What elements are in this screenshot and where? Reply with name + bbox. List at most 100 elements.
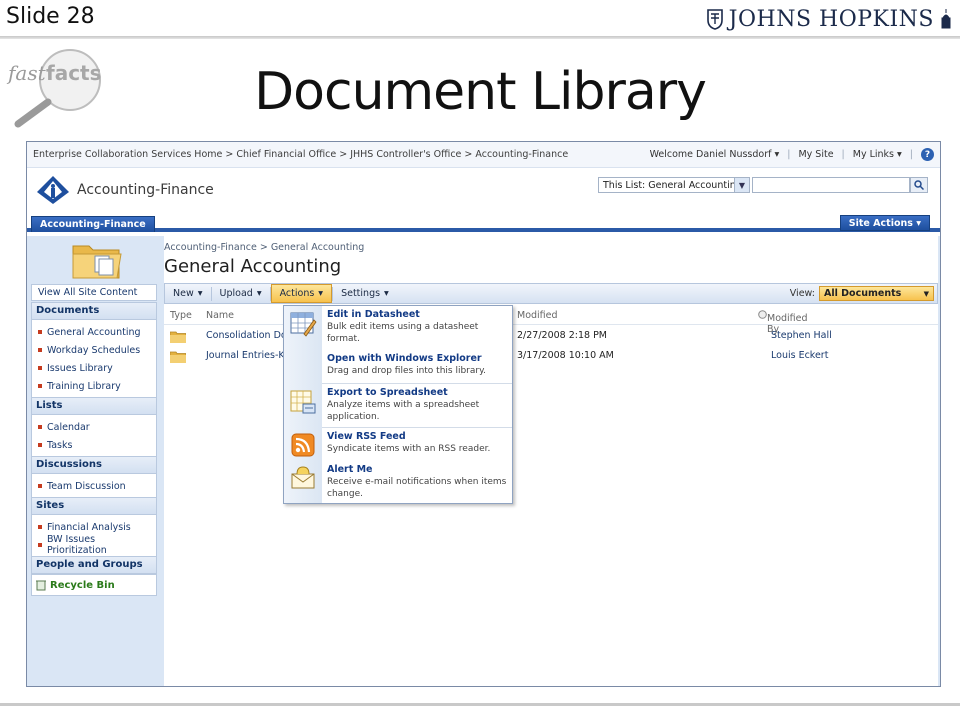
my-links-menu[interactable]: My Links ▾ bbox=[853, 149, 902, 160]
menu-item-description: Syndicate items with an RSS reader. bbox=[327, 444, 491, 454]
menu-item-title: Alert Me bbox=[327, 464, 373, 475]
nav-group-documents: General Accounting Workday Schedules Iss… bbox=[31, 320, 157, 397]
nav-link-financial-analysis[interactable]: Financial Analysis bbox=[32, 517, 156, 535]
fast-facts-badge: fast facts bbox=[6, 49, 102, 128]
nav-heading-documents[interactable]: Documents bbox=[31, 302, 157, 320]
menu-item-export-to-spreadsheet[interactable]: Export to Spreadsheet Analyze items with… bbox=[284, 384, 512, 427]
nav-link-workday-schedules[interactable]: Workday Schedules bbox=[32, 340, 156, 358]
site-header: Accounting-Finance This List: General Ac… bbox=[27, 168, 940, 212]
row-name[interactable]: Consolidation Doc bbox=[206, 330, 292, 341]
nav-link-team-discussion[interactable]: Team Discussion bbox=[32, 476, 156, 494]
dome-icon bbox=[941, 9, 951, 29]
menu-item-description: Analyze items with a spreadsheet applica… bbox=[327, 400, 480, 422]
search-input[interactable] bbox=[752, 177, 910, 193]
column-header-modified[interactable]: Modified bbox=[517, 310, 558, 321]
menu-item-description: Drag and drop files into this library. bbox=[327, 366, 486, 376]
quick-launch: View All Site Content Documents General … bbox=[31, 236, 157, 686]
top-divider bbox=[0, 36, 960, 39]
menu-item-view-rss-feed[interactable]: View RSS Feed Syndicate items with an RS… bbox=[284, 428, 512, 461]
johns-hopkins-logo: JOHNS HOPKINS bbox=[706, 4, 952, 34]
nav-link-general-accounting[interactable]: General Accounting bbox=[32, 322, 156, 340]
menu-item-edit-in-datasheet[interactable]: Edit in Datasheet Bulk edit items using … bbox=[284, 306, 512, 350]
upload-menu-button[interactable]: Upload ▾ bbox=[212, 284, 270, 303]
filter-icon bbox=[758, 310, 767, 319]
alert-icon bbox=[291, 466, 315, 489]
nav-group-sites: Financial Analysis BW Issues Prioritizat… bbox=[31, 515, 157, 556]
bullet-icon bbox=[38, 525, 42, 529]
my-site-link[interactable]: My Site bbox=[798, 149, 833, 160]
slide-number: Slide 28 bbox=[6, 4, 95, 29]
table-row[interactable]: Consolidation Doc 2/27/2008 2:18 PM Step… bbox=[164, 326, 938, 346]
table-row[interactable]: Journal Entries-KE 3/17/2008 10:10 AM Lo… bbox=[164, 346, 938, 366]
menu-item-open-with-windows-explorer[interactable]: Open with Windows Explorer Drag and drop… bbox=[284, 350, 512, 383]
separator: | bbox=[787, 149, 791, 160]
nav-group-discussions: Team Discussion bbox=[31, 474, 157, 497]
column-header-name[interactable]: Name bbox=[206, 310, 234, 321]
nav-link-tasks[interactable]: Tasks bbox=[32, 435, 156, 453]
recycle-bin-link[interactable]: Recycle Bin bbox=[31, 574, 157, 596]
chevron-down-icon: ▾ bbox=[197, 288, 203, 299]
view-all-site-content-link[interactable]: View All Site Content bbox=[31, 284, 157, 301]
nav-link-training-library[interactable]: Training Library bbox=[32, 376, 156, 394]
chevron-down-icon[interactable]: ▼ bbox=[734, 178, 749, 192]
logo-text: JOHNS HOPKINS bbox=[728, 6, 934, 32]
menu-item-alert-me[interactable]: Alert Me Receive e-mail notifications wh… bbox=[284, 461, 512, 504]
actions-dropdown-menu: Edit in Datasheet Bulk edit items using … bbox=[283, 305, 513, 504]
column-header-type[interactable]: Type bbox=[170, 310, 192, 321]
nav-link-issues-library[interactable]: Issues Library bbox=[32, 358, 156, 376]
search-icon[interactable] bbox=[910, 177, 928, 193]
nav-heading-discussions[interactable]: Discussions bbox=[31, 456, 157, 474]
bullet-icon bbox=[38, 330, 42, 334]
tab-accounting-finance[interactable]: Accounting-Finance bbox=[31, 216, 155, 232]
list-toolbar: New ▾ Upload ▾ Actions ▾ Settings ▾ View: Al… bbox=[164, 283, 938, 304]
bullet-icon bbox=[38, 443, 42, 447]
search-scope-select[interactable]: This List: General Accounting ▼ bbox=[598, 177, 750, 193]
column-header-modified-by[interactable]: Modified By bbox=[758, 310, 808, 335]
menu-item-description: Bulk edit items using a datasheet format… bbox=[327, 322, 479, 344]
svg-text:facts: facts bbox=[46, 61, 102, 85]
global-breadcrumb[interactable]: Enterprise Collaboration Services Home >… bbox=[33, 149, 650, 160]
row-modified: 2/27/2008 2:18 PM bbox=[517, 330, 608, 341]
chevron-down-icon: ▾ bbox=[384, 288, 389, 299]
chevron-down-icon: ▾ bbox=[318, 288, 324, 299]
chevron-down-icon: ▼ bbox=[923, 289, 929, 298]
row-modified: 3/17/2008 10:10 AM bbox=[517, 350, 614, 361]
bottom-divider bbox=[0, 703, 960, 706]
list-header-row: Type Name Modified Modified By bbox=[164, 307, 938, 335]
menu-item-title: View RSS Feed bbox=[327, 431, 406, 442]
spreadsheet-icon bbox=[290, 390, 316, 414]
page-breadcrumb[interactable]: Accounting-Finance > General Accounting bbox=[164, 242, 364, 253]
nav-heading-lists[interactable]: Lists bbox=[31, 397, 157, 415]
actions-menu-button[interactable]: Actions ▾ bbox=[270, 284, 333, 303]
folder-icon bbox=[170, 331, 186, 343]
nav-link-bw-issues-prioritization[interactable]: BW Issues Prioritization bbox=[32, 534, 156, 556]
separator: | bbox=[909, 149, 913, 160]
site-title[interactable]: Accounting-Finance bbox=[77, 182, 214, 198]
view-select[interactable]: All Documents ▼ bbox=[819, 286, 934, 301]
top-nav-bar: Accounting-Finance Site Actions ▾ bbox=[27, 212, 940, 232]
bullet-icon bbox=[38, 543, 42, 547]
nav-heading-sites[interactable]: Sites bbox=[31, 497, 157, 515]
help-icon[interactable]: ? bbox=[921, 148, 934, 161]
recycle-bin-icon bbox=[36, 580, 46, 591]
row-name[interactable]: Journal Entries-KE bbox=[206, 350, 291, 361]
menu-item-title: Open with Windows Explorer bbox=[327, 353, 482, 364]
row-modified-by[interactable]: Stephen Hall bbox=[771, 330, 832, 341]
page-title: General Accounting bbox=[164, 256, 342, 277]
settings-menu-button[interactable]: Settings ▾ bbox=[333, 284, 397, 303]
new-menu-button[interactable]: New ▾ bbox=[165, 284, 211, 303]
svg-text:fast: fast bbox=[6, 61, 47, 85]
welcome-menu[interactable]: Welcome Daniel Nussdorf ▾ bbox=[650, 149, 780, 160]
chevron-down-icon: ▾ bbox=[256, 288, 262, 299]
nav-heading-people-and-groups[interactable]: People and Groups bbox=[31, 556, 157, 574]
menu-item-title: Edit in Datasheet bbox=[327, 309, 420, 320]
datasheet-icon bbox=[290, 312, 317, 337]
nav-group-lists: Calendar Tasks bbox=[31, 415, 157, 456]
folder-icon bbox=[170, 351, 186, 363]
site-actions-button[interactable]: Site Actions ▾ bbox=[839, 215, 930, 231]
nav-link-calendar[interactable]: Calendar bbox=[32, 417, 156, 435]
shield-icon bbox=[706, 9, 723, 30]
row-modified-by[interactable]: Louis Eckert bbox=[771, 350, 828, 361]
search-scope-value: This List: General Accounting bbox=[603, 179, 742, 191]
sharepoint-window: Enterprise Collaboration Services Home >… bbox=[26, 141, 941, 687]
